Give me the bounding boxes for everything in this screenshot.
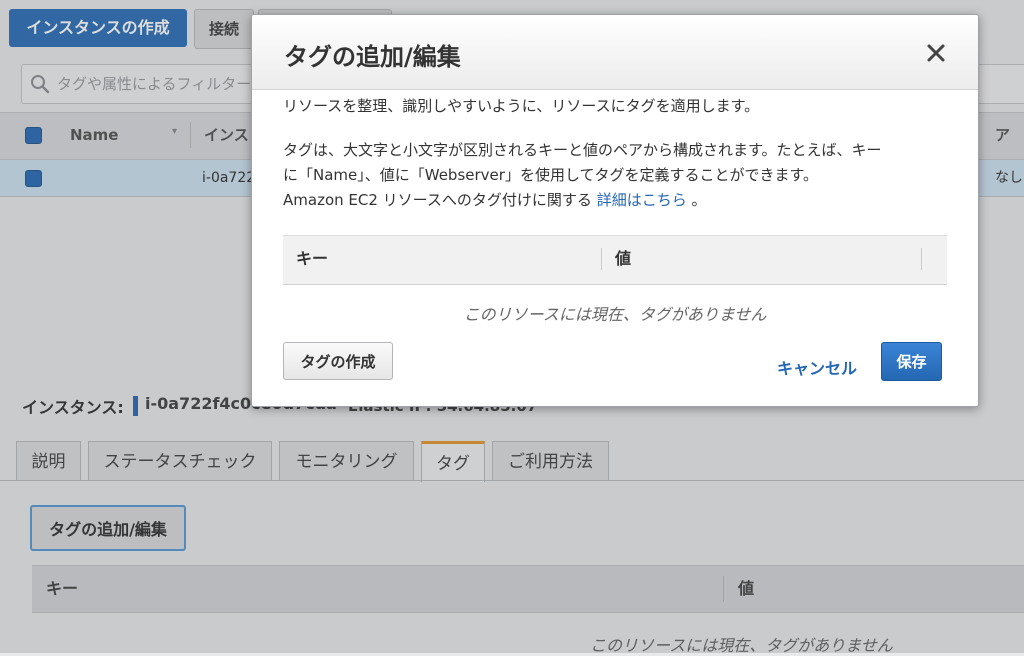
cancel-button[interactable]: キャンセル xyxy=(777,355,857,379)
column-divider xyxy=(921,248,922,270)
dialog-explanation: タグは、大文字と小文字が区別されるキーと値のペアから構成されます。たとえば、キー… xyxy=(283,138,953,213)
explanation-line-3: Amazon EC2 リソースへのタグ付けに関する 詳細はこちら 。 xyxy=(283,188,953,213)
explanation-text: Amazon EC2 リソースへのタグ付けに関する xyxy=(283,191,592,209)
learn-more-link[interactable]: 詳細はこちら xyxy=(597,191,687,209)
create-tag-button[interactable]: タグの作成 xyxy=(283,342,393,380)
explanation-line-2: に「Name」、値に「Webserver」を使用してタグを定義することができます… xyxy=(283,166,818,184)
dialog-column-value: 値 xyxy=(615,249,632,268)
dialog-title: タグの追加/編集 xyxy=(284,43,461,71)
dialog-description: リソースを整理、識別しやすいように、リソースにタグを適用します。 xyxy=(283,97,760,115)
explanation-line-1: タグは、大文字と小文字が区別されるキーと値のペアから構成されます。たとえば、キー xyxy=(283,141,882,159)
add-edit-tags-dialog: タグの追加/編集 リソースを整理、識別しやすいように、リソースにタグを適用します… xyxy=(251,14,979,407)
save-button[interactable]: 保存 xyxy=(881,342,942,381)
close-icon[interactable] xyxy=(924,41,948,65)
explanation-period: 。 xyxy=(691,191,707,209)
column-divider xyxy=(601,248,602,270)
dialog-empty-message: このリソースには現在、タグがありません xyxy=(463,305,767,324)
dialog-column-key: キー xyxy=(296,249,329,268)
